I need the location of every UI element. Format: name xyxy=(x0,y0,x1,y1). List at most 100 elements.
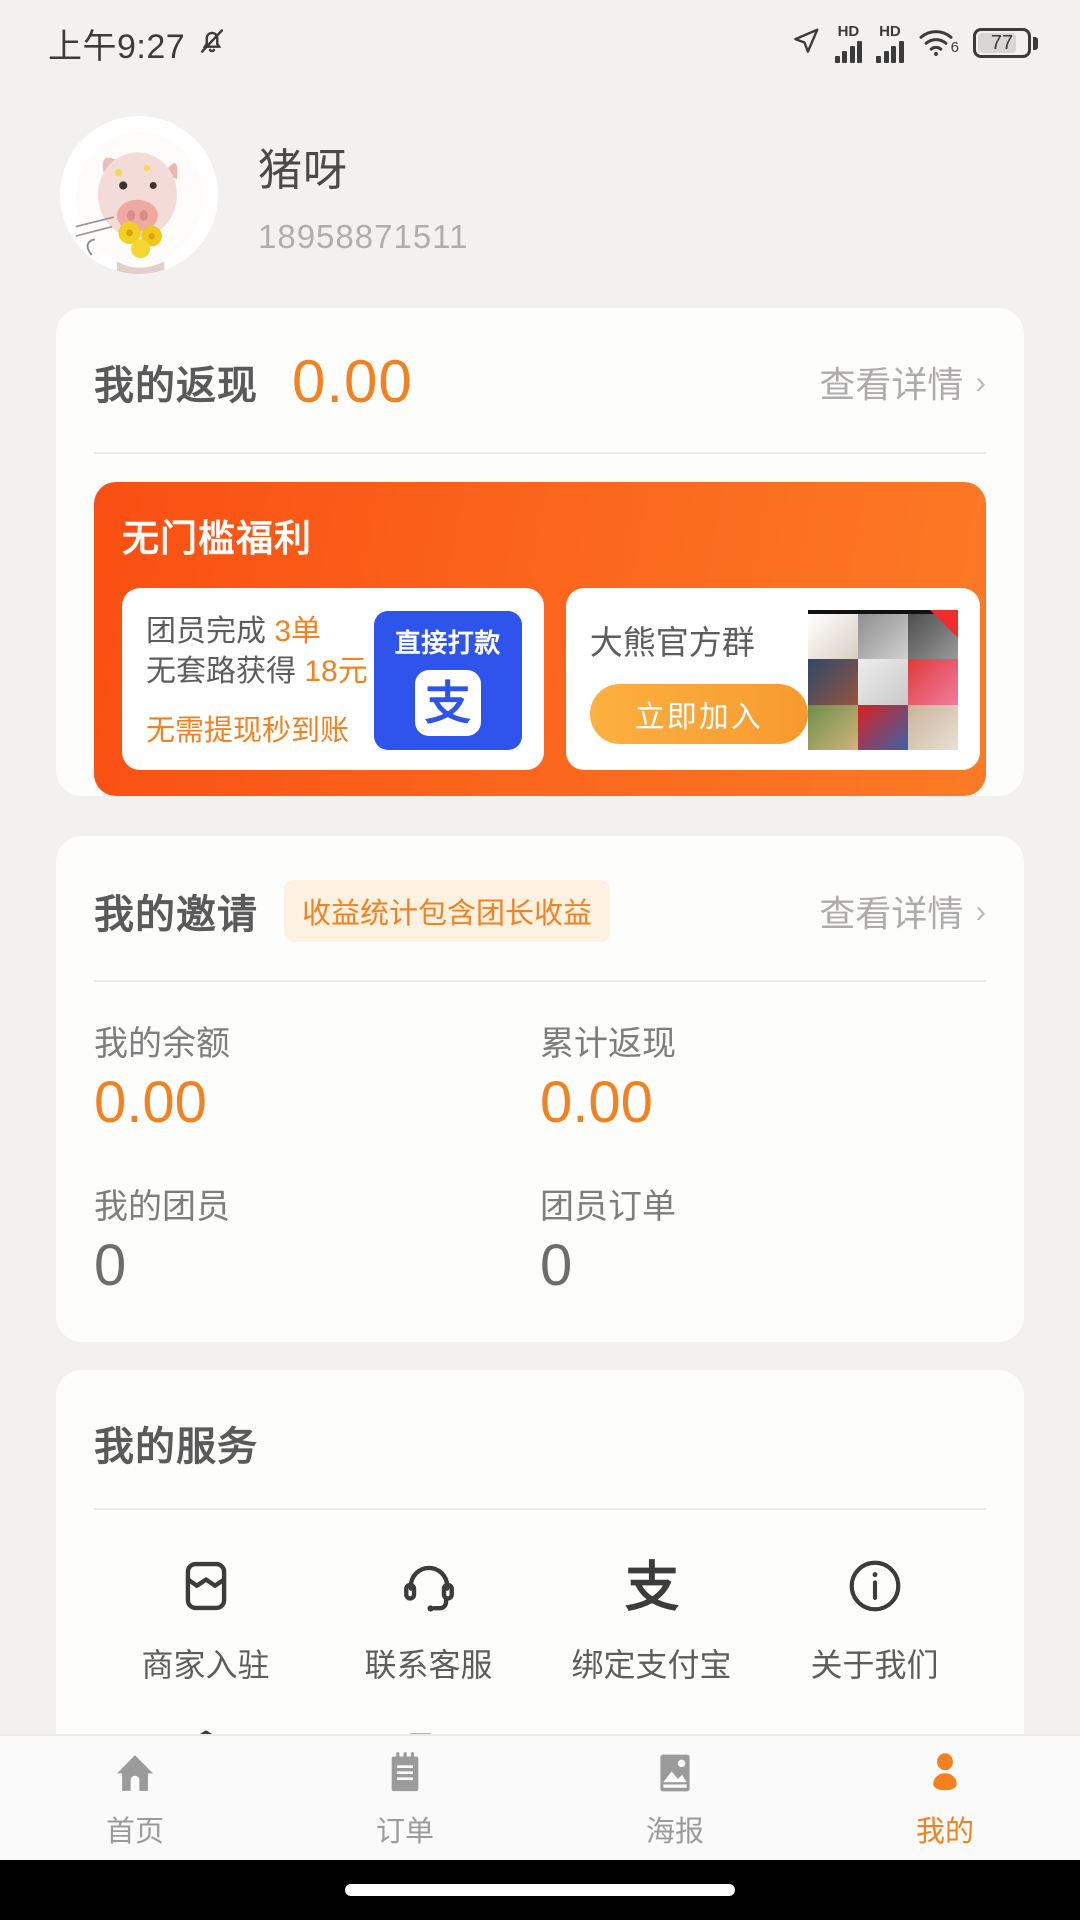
wifi-generation-label: 6 xyxy=(951,39,959,56)
promo-subtext: 无需提现秒到账 xyxy=(146,707,368,749)
promo-line-2-prefix: 无套路获得 xyxy=(146,655,304,688)
invite-title: 我的邀请 xyxy=(94,882,258,940)
shop-icon xyxy=(170,1550,242,1622)
signal-icon-2: HD xyxy=(876,24,904,63)
status-bar: 上午9:27 HD HD xyxy=(0,0,1080,86)
cashback-divider xyxy=(94,452,986,454)
clipboard-icon xyxy=(378,1746,432,1800)
tab-home[interactable]: 首页 xyxy=(0,1746,270,1850)
profile-info: 猪呀 18958871511 xyxy=(258,134,468,256)
alipay-icon: 支 xyxy=(616,1550,688,1622)
service-item-about[interactable]: 关于我们 xyxy=(763,1550,986,1686)
signal-icon-1: HD xyxy=(835,24,863,63)
bottom-navigation: 首页 订单 xyxy=(0,1734,1080,1860)
wifi-icon: 6 xyxy=(918,29,959,57)
stat-total-cashback[interactable]: 累计返现 0.00 xyxy=(540,1016,986,1135)
promo-title: 无门槛福利 xyxy=(122,508,962,562)
tab-poster[interactable]: 海报 xyxy=(540,1746,810,1850)
service-item-support[interactable]: 联系客服 xyxy=(317,1550,540,1686)
profile-name: 猪呀 xyxy=(258,134,468,198)
cashback-amount: 0.00 xyxy=(292,352,413,412)
promo-row: 团员完成 3单 无套路获得 18元 无需提现秒到账 直接打款 支 xyxy=(122,588,962,770)
cashback-header: 我的返现 0.00 查看详情 › xyxy=(94,308,986,452)
status-bar-right: HD HD 6 77 xyxy=(791,24,1038,63)
battery-level-label: 77 xyxy=(991,32,1013,55)
battery-indicator: 77 xyxy=(973,28,1038,58)
stat-label: 累计返现 xyxy=(540,1016,986,1065)
tab-orders[interactable]: 订单 xyxy=(270,1746,540,1850)
signal-hd-label-2: HD xyxy=(879,24,901,39)
services-title: 我的服务 xyxy=(94,1425,258,1469)
invite-badge: 收益统计包含团长收益 xyxy=(284,880,610,942)
info-circle-icon xyxy=(839,1550,911,1622)
gesture-bar[interactable] xyxy=(345,1884,735,1896)
location-arrow-icon xyxy=(791,26,821,61)
chevron-right-icon: › xyxy=(975,364,986,401)
tab-label: 海报 xyxy=(646,1808,704,1850)
app-screen: 上午9:27 HD HD xyxy=(0,0,1080,1920)
promo-line-1: 团员完成 3单 xyxy=(146,612,368,653)
status-time: 上午9:27 xyxy=(48,19,185,68)
tab-mine[interactable]: 我的 xyxy=(810,1746,1080,1850)
service-item-bind-alipay[interactable]: 支 绑定支付宝 xyxy=(540,1550,763,1686)
profile-phone: 18958871511 xyxy=(258,218,468,256)
svg-text:支: 支 xyxy=(624,1557,679,1617)
cashback-detail-label: 查看详情 xyxy=(819,356,963,408)
stat-label: 我的余额 xyxy=(94,1016,540,1065)
stat-members[interactable]: 我的团员 0 xyxy=(94,1179,540,1298)
invite-detail-link[interactable]: 查看详情 › xyxy=(819,885,986,937)
cashback-detail-link[interactable]: 查看详情 › xyxy=(819,356,986,408)
stat-value: 0.00 xyxy=(540,1071,986,1135)
service-label: 关于我们 xyxy=(810,1640,938,1686)
pig-avatar xyxy=(60,116,218,274)
promo-payout-text: 团员完成 3单 无套路获得 18元 无需提现秒到账 xyxy=(146,612,368,749)
promo-line-2: 无套路获得 18元 xyxy=(146,652,368,693)
stat-value: 0.00 xyxy=(94,1071,540,1135)
alipay-glyph: 支 xyxy=(425,680,471,726)
avatar[interactable] xyxy=(60,116,218,274)
alipay-icon: 支 xyxy=(415,670,481,736)
status-bar-left: 上午9:27 xyxy=(48,19,229,68)
promo-payout-card[interactable]: 团员完成 3单 无套路获得 18元 无需提现秒到账 直接打款 支 xyxy=(122,588,544,770)
stat-label: 团员订单 xyxy=(540,1179,986,1228)
services-header: 我的服务 xyxy=(94,1370,986,1508)
invite-card: 我的邀请 收益统计包含团长收益 查看详情 › 我的余额 0.00 累计返现 0.… xyxy=(56,836,1024,1342)
tab-label: 我的 xyxy=(916,1808,974,1850)
promo-line-2-highlight: 18元 xyxy=(304,655,367,688)
promo-group-card[interactable]: 大熊官方群 立即加入 xyxy=(566,588,980,770)
stat-balance[interactable]: 我的余额 0.00 xyxy=(94,1016,540,1135)
service-item-merchant[interactable]: 商家入驻 xyxy=(94,1550,317,1686)
direct-payout-label: 直接打款 xyxy=(374,623,522,660)
image-icon xyxy=(648,1746,702,1800)
tab-label: 订单 xyxy=(376,1808,434,1850)
signal-hd-label-1: HD xyxy=(838,24,860,39)
promo-line-1-prefix: 团员完成 xyxy=(146,615,274,648)
bell-muted-icon xyxy=(195,24,229,63)
tab-label: 首页 xyxy=(106,1808,164,1850)
direct-payout-button[interactable]: 直接打款 支 xyxy=(374,611,522,750)
promo-banner: 无门槛福利 团员完成 3单 无套路获得 18元 无需提现秒到账 直接打款 xyxy=(94,482,986,796)
stat-value: 0 xyxy=(540,1234,986,1298)
invite-stats-grid: 我的余额 0.00 累计返现 0.00 我的团员 0 团员订单 0 xyxy=(94,982,986,1342)
chevron-right-icon: › xyxy=(975,893,986,930)
stat-label: 我的团员 xyxy=(94,1179,540,1228)
home-icon xyxy=(108,1746,162,1800)
stat-member-orders[interactable]: 团员订单 0 xyxy=(540,1179,986,1298)
service-label: 联系客服 xyxy=(364,1640,492,1686)
join-group-button[interactable]: 立即加入 xyxy=(590,684,808,744)
service-label: 绑定支付宝 xyxy=(571,1640,731,1686)
invite-detail-label: 查看详情 xyxy=(819,885,963,937)
person-icon xyxy=(918,1746,972,1800)
promo-line-1-highlight: 3单 xyxy=(274,615,321,648)
profile-header[interactable]: 猪呀 18958871511 xyxy=(0,86,1080,308)
promo-group-text: 大熊官方群 立即加入 xyxy=(590,616,808,744)
headset-icon xyxy=(393,1550,465,1622)
invite-header: 我的邀请 收益统计包含团长收益 查看详情 › xyxy=(94,836,986,980)
group-title: 大熊官方群 xyxy=(590,616,808,664)
service-label: 商家入驻 xyxy=(141,1640,269,1686)
join-group-label: 立即加入 xyxy=(635,692,763,736)
stat-value: 0 xyxy=(94,1234,540,1298)
gesture-navigation-area xyxy=(0,1860,1080,1920)
cashback-title: 我的返现 xyxy=(94,353,258,411)
group-avatars-grid xyxy=(808,610,958,750)
